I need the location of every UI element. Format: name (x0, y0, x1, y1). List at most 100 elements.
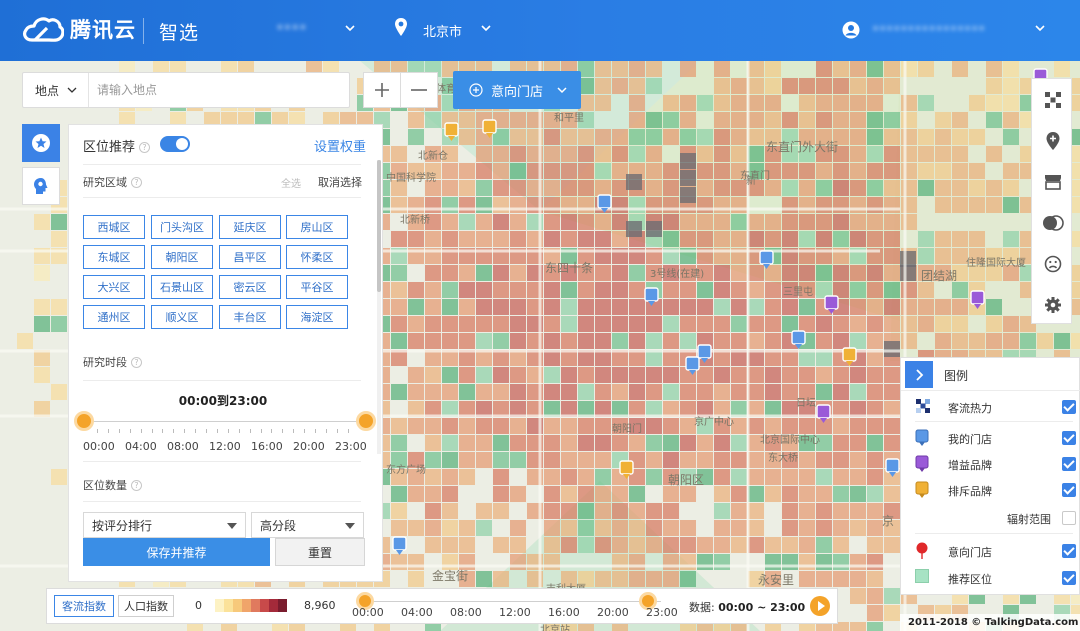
heat-cell (629, 384, 645, 400)
legend-radius-checkbox[interactable] (1062, 511, 1076, 525)
heat-cell (595, 435, 611, 451)
heat-cell (646, 333, 662, 349)
district-chip[interactable]: 怀柔区 (286, 245, 348, 269)
district-chip[interactable]: 房山区 (286, 215, 348, 239)
heat-cell (629, 503, 645, 519)
legend-heat-checkbox[interactable] (1062, 400, 1076, 414)
sort-select[interactable]: 按评分排行 (83, 512, 246, 538)
heat-cell (799, 520, 815, 536)
help-icon[interactable]: ? (139, 142, 151, 153)
zoom-out-button[interactable] (400, 72, 438, 108)
slider-tick-label: 04:00 (125, 440, 157, 453)
recommend-toggle[interactable] (160, 136, 190, 152)
district-chip[interactable]: 密云区 (219, 275, 281, 299)
district-chip[interactable]: 昌平区 (219, 245, 281, 269)
period-slider-start-handle[interactable] (74, 411, 94, 431)
district-chip[interactable]: 平谷区 (286, 275, 348, 299)
heat-cell (459, 418, 475, 434)
location-recommend-tab[interactable] (22, 124, 60, 162)
heat-cell (850, 316, 866, 332)
heat-cell (646, 384, 662, 400)
heat-cell (561, 129, 577, 145)
chevron-down-icon[interactable] (344, 22, 356, 34)
zoom-in-button[interactable] (363, 72, 401, 108)
location-search-input[interactable] (89, 73, 349, 107)
store-marker (842, 347, 857, 362)
help-icon[interactable]: ? (131, 480, 142, 491)
heat-cell (612, 316, 628, 332)
legend-item-label: 排斥品牌 (948, 485, 992, 498)
district-chip[interactable]: 丰台区 (219, 305, 281, 329)
district-chip[interactable]: 大兴区 (83, 275, 145, 299)
heat-cell (731, 112, 747, 128)
heatmap-tool[interactable] (1032, 79, 1073, 120)
save-and-recommend-button[interactable]: 保存并推荐 (83, 538, 270, 566)
time-slider-track[interactable] (365, 601, 661, 602)
legend-gain-brand-checkbox[interactable] (1062, 457, 1076, 471)
select-all-link[interactable]: 全选 (281, 175, 301, 190)
period-slider-end-handle[interactable] (356, 411, 376, 431)
insight-tab[interactable] (22, 167, 60, 205)
dark-heat-cell (900, 265, 916, 281)
tier-select[interactable]: 高分段 (251, 512, 364, 538)
district-chip[interactable]: 石景山区 (151, 275, 213, 299)
chevron-down-icon[interactable] (1034, 22, 1046, 34)
settings-tool[interactable] (1032, 284, 1073, 325)
user-email[interactable]: •••••••••••••••• (872, 22, 985, 36)
heat-cell (850, 61, 866, 77)
district-chip[interactable]: 西城区 (83, 215, 145, 239)
heat-cell (612, 180, 628, 196)
chevron-down-icon[interactable] (480, 22, 492, 34)
repel-tool[interactable] (1032, 243, 1073, 284)
period-slider-track[interactable] (83, 421, 365, 422)
legend-collapse-button[interactable] (905, 361, 933, 388)
district-chip[interactable]: 延庆区 (219, 215, 281, 239)
user-avatar-icon[interactable] (842, 21, 860, 39)
heat-cell (935, 112, 951, 128)
heat-cell (612, 197, 628, 213)
heat-cell (459, 163, 475, 179)
map-label: 中国科学院 (386, 173, 436, 184)
recommend-panel: 区位推荐? 设置权重 研究区域? 全选 取消选择 西城区 门头沟区 延庆区 房山区 东城… (68, 124, 383, 582)
brand-logo[interactable]: 腾讯云 (22, 14, 136, 44)
district-chip[interactable]: 海淀区 (286, 305, 348, 329)
legend-my-store-checkbox[interactable] (1062, 431, 1076, 445)
district-chip[interactable]: 顺义区 (151, 305, 213, 329)
district-chip[interactable]: 东城区 (83, 245, 145, 269)
heat-cell (629, 146, 645, 162)
product-name: 智选 (159, 22, 200, 44)
tab-population-index[interactable]: 人口指数 (118, 595, 174, 617)
help-icon[interactable]: ? (131, 357, 142, 368)
set-weights-link[interactable]: 设置权重 (314, 136, 366, 155)
heat-cell (476, 384, 492, 400)
industry-selector[interactable]: •••• (276, 21, 307, 36)
tab-traffic-index[interactable]: 客流指数 (54, 595, 114, 617)
intent-store-button[interactable]: 意向门店 (453, 71, 581, 109)
heat-cell (595, 384, 611, 400)
legend-intent-store-checkbox[interactable] (1062, 544, 1076, 558)
district-chip[interactable]: 朝阳区 (151, 245, 213, 269)
map-legend: 图例 客流热力 我的门店 增益品牌 排斥品牌 辐射范围 意向门店 推荐区位 (900, 357, 1080, 595)
overlap-tool[interactable] (1032, 202, 1073, 243)
heat-cell (697, 214, 713, 230)
legend-item-radius: 辐射范围 (901, 506, 1080, 530)
help-icon[interactable]: ? (131, 177, 142, 188)
heat-cell (935, 248, 951, 264)
legend-repel-brand-checkbox[interactable] (1062, 483, 1076, 497)
heat-cell (578, 367, 594, 383)
heat-cell (51, 299, 67, 315)
city-selector[interactable]: 北京市 (423, 21, 462, 40)
district-chip[interactable]: 通州区 (83, 305, 145, 329)
district-chip[interactable]: 门头沟区 (151, 215, 213, 239)
reset-button[interactable]: 重置 (275, 538, 365, 566)
heat-cell (816, 197, 832, 213)
tier-select-value: 高分段 (260, 518, 297, 533)
play-button[interactable] (810, 596, 830, 616)
store-tool[interactable] (1032, 161, 1073, 202)
search-type-dropdown[interactable]: 地点 (23, 73, 89, 107)
legend-recommend-area-checkbox[interactable] (1062, 571, 1076, 585)
add-location-tool[interactable] (1032, 120, 1073, 161)
heat-cell (952, 146, 968, 162)
clear-selection-link[interactable]: 取消选择 (318, 174, 362, 190)
panel-scrollbar-thumb[interactable] (377, 160, 381, 292)
